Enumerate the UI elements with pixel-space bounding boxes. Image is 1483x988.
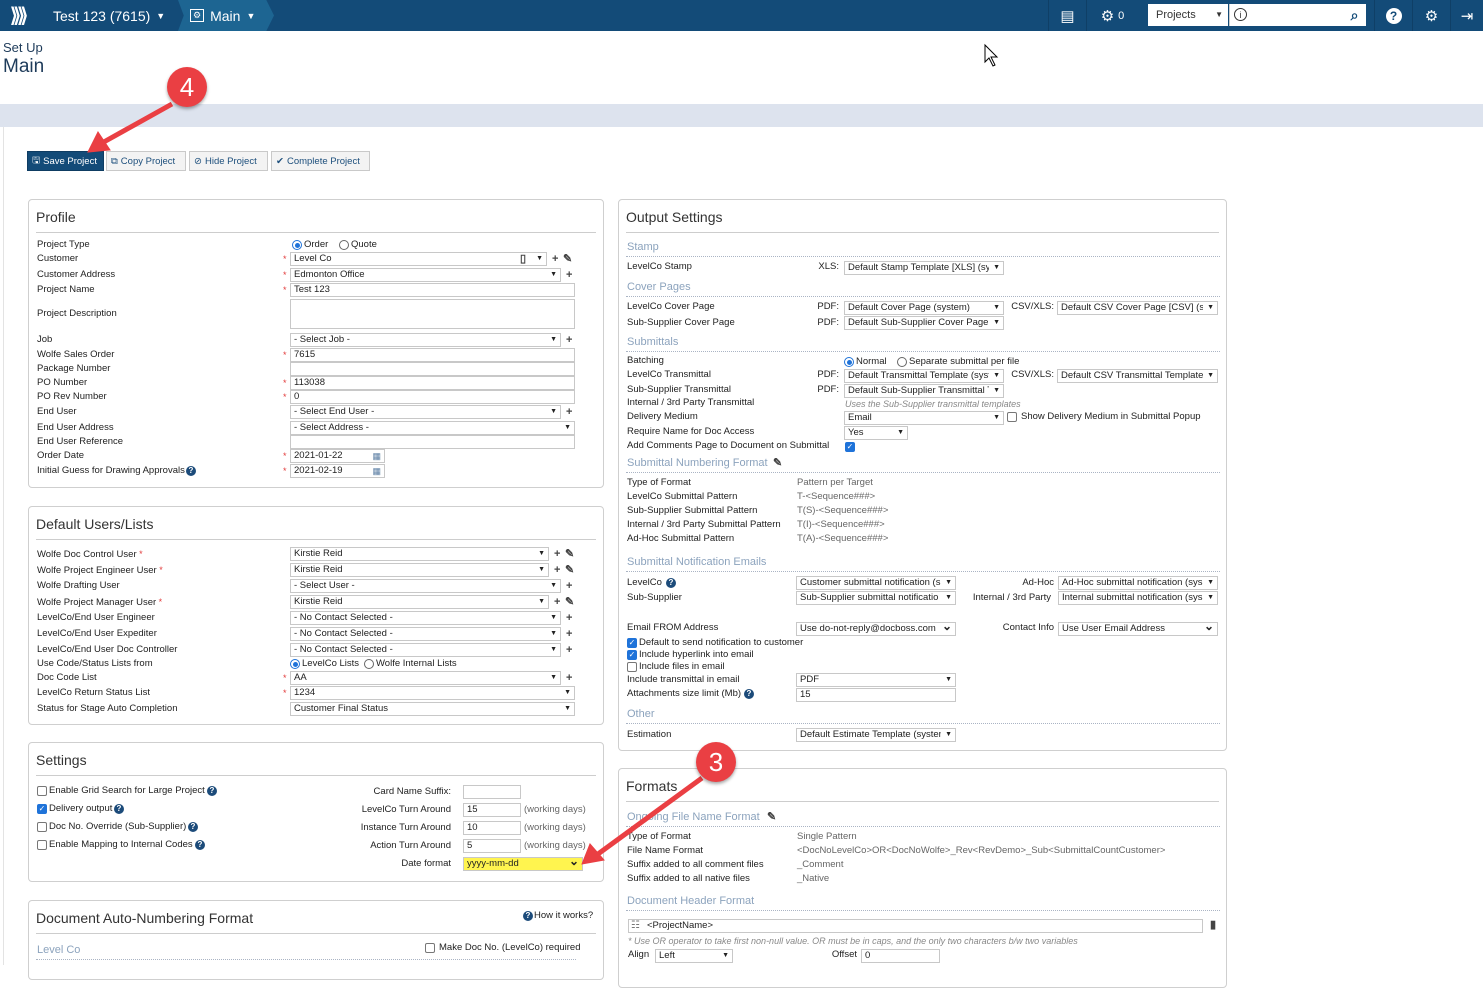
annotation-step-4: 4 <box>167 67 207 107</box>
annotation-arrows <box>87 43 999 865</box>
mouse-cursor-icon <box>984 43 999 67</box>
annotation-step-3: 3 <box>696 742 736 782</box>
arrow-step3 <box>596 775 704 857</box>
arrow-step4 <box>100 101 174 146</box>
